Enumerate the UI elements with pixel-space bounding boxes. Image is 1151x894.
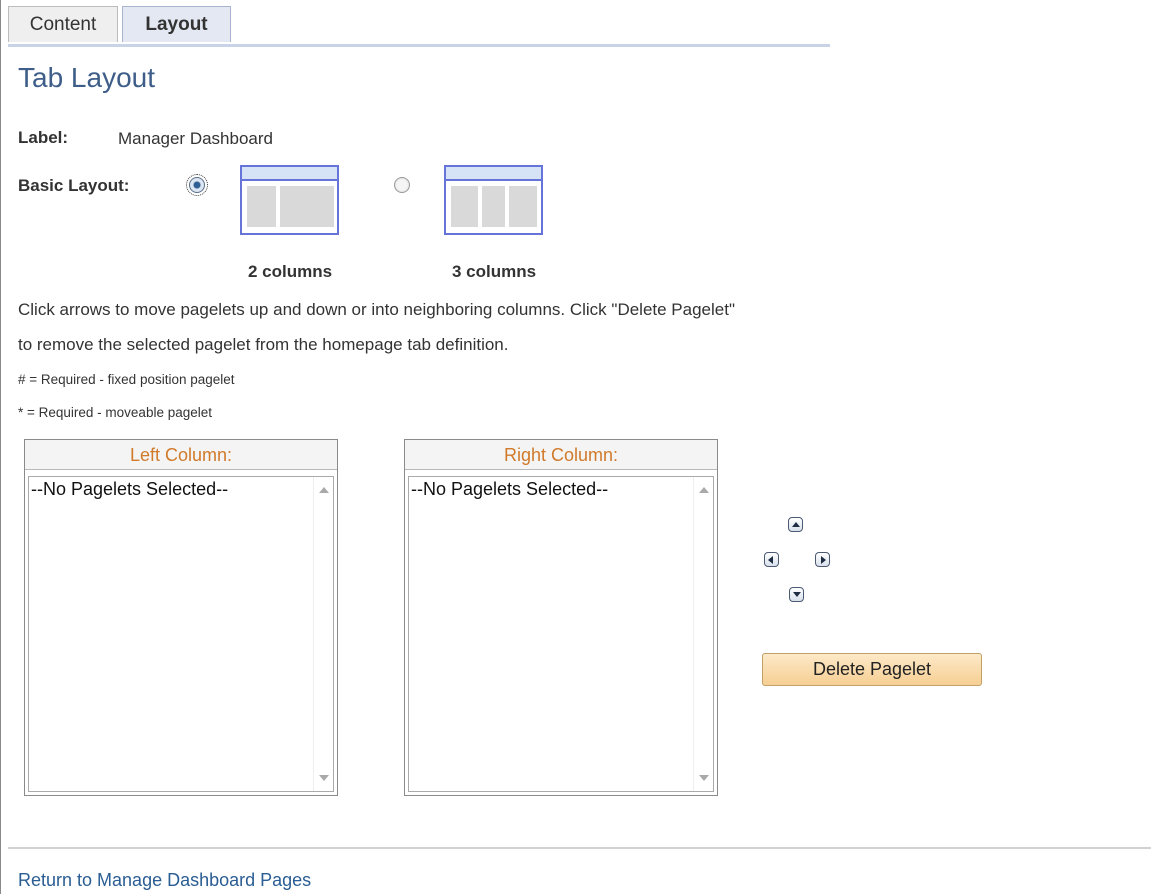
tab-layout[interactable]: Layout [122,6,231,42]
three-column-layout-icon [444,165,543,235]
two-column-caption: 2 columns [248,262,333,281]
delete-pagelet-button[interactable]: Delete Pagelet [762,653,982,686]
left-column-item[interactable]: --No Pagelets Selected-- [31,479,228,500]
tab-underline [8,44,830,47]
right-column-header: Right Column: [405,440,717,470]
page-title: Tab Layout [18,62,155,93]
three-column-radio[interactable] [394,177,410,193]
scroll-up-icon[interactable] [319,487,329,493]
move-left-icon[interactable] [764,552,779,567]
scroll-up-icon[interactable] [699,487,709,493]
right-column-box: Right Column: --No Pagelets Selected-- [404,439,718,796]
left-column-header: Left Column: [25,440,337,470]
page-frame-border [0,0,1,894]
instruction-line-1: Click arrows to move pagelets up and dow… [18,300,735,319]
legend-moveable-pagelet: * = Required - moveable pagelet [18,405,212,420]
label-field-key: Label: [18,128,69,147]
left-column-listbox[interactable]: --No Pagelets Selected-- [28,476,334,792]
right-column-listbox[interactable]: --No Pagelets Selected-- [408,476,714,792]
tab-content[interactable]: Content [8,6,118,42]
move-up-icon[interactable] [788,517,803,532]
return-to-manage-dashboard-link[interactable]: Return to Manage Dashboard Pages [18,870,311,891]
two-column-layout-icon [240,165,339,235]
left-column-box: Left Column: --No Pagelets Selected-- [24,439,338,796]
scroll-down-icon[interactable] [319,775,329,781]
basic-layout-key: Basic Layout: [18,176,130,195]
right-column-scrollbar[interactable] [693,477,713,791]
three-column-caption: 3 columns [452,262,537,281]
left-column-scrollbar[interactable] [313,477,333,791]
scroll-down-icon[interactable] [699,775,709,781]
legend-fixed-pagelet: # = Required - fixed position pagelet [18,372,235,387]
move-right-icon[interactable] [815,552,830,567]
two-column-radio[interactable] [186,174,208,196]
move-down-icon[interactable] [789,587,804,602]
instruction-line-2: to remove the selected pagelet from the … [18,335,509,354]
label-field-value: Manager Dashboard [118,129,273,148]
right-column-item[interactable]: --No Pagelets Selected-- [411,479,608,500]
divider [8,847,1151,849]
